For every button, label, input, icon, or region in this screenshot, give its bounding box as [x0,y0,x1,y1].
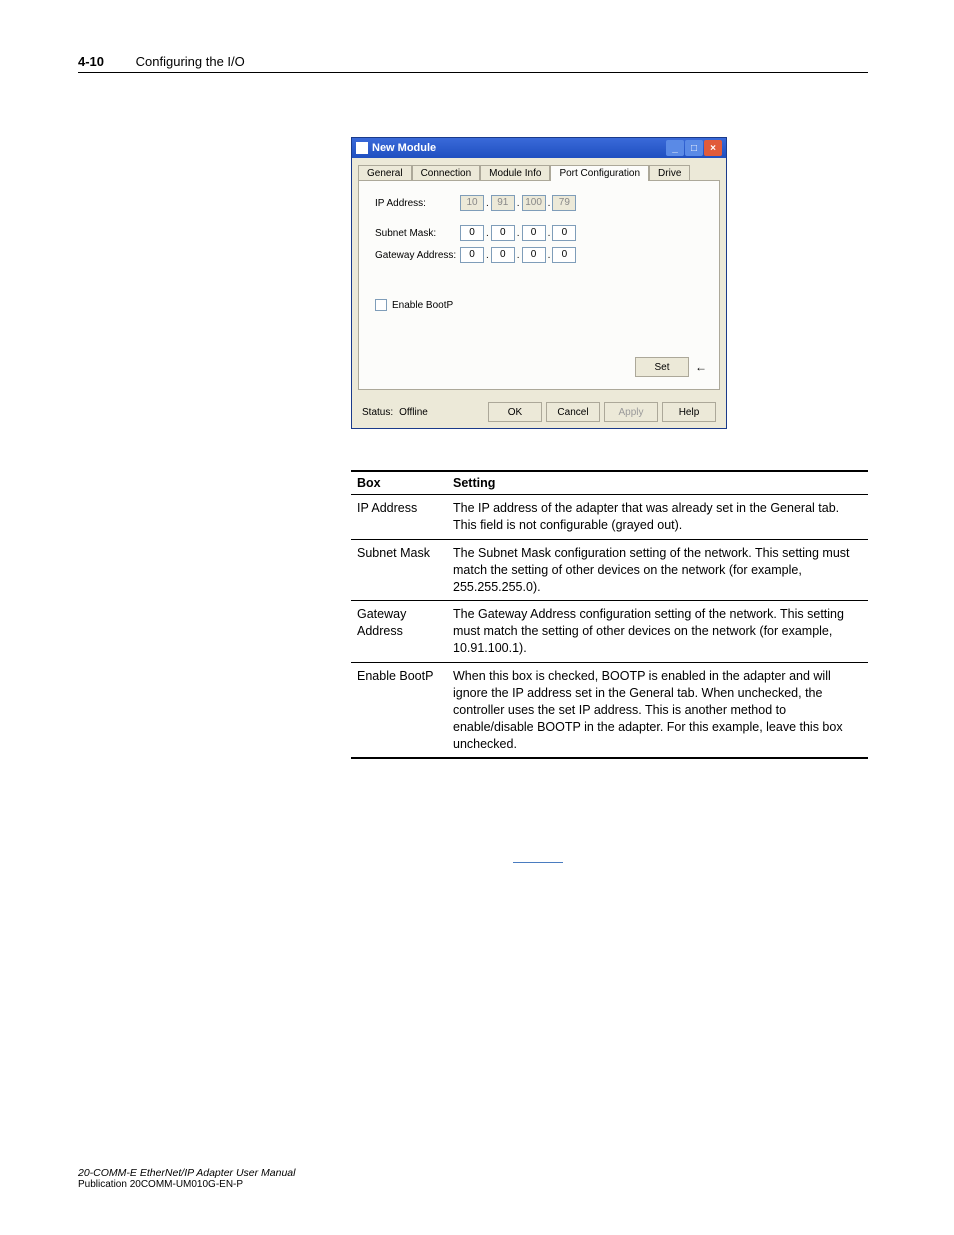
apply-button[interactable]: Apply [604,402,658,422]
new-module-dialog: New Module _ □ × General Connection Modu… [351,137,727,429]
subnet-mask-row: Subnet Mask: 0. 0. 0. 0 [375,225,703,241]
decorative-underline [513,862,563,863]
header-rule [78,72,868,73]
gateway-octet-4[interactable]: 0 [552,247,576,263]
help-button[interactable]: Help [662,402,716,422]
tab-drive[interactable]: Drive [649,165,690,181]
cell-box: Subnet Mask [351,539,447,601]
subnet-octet-2[interactable]: 0 [491,225,515,241]
cell-box: IP Address [351,495,447,540]
tab-strip: General Connection Module Info Port Conf… [352,158,726,180]
settings-description-table: Box Setting IP Address The IP address of… [351,470,868,759]
maximize-button[interactable]: □ [685,140,703,156]
ip-octet-4: 79 [552,195,576,211]
gateway-octet-1[interactable]: 0 [460,247,484,263]
page-footer: 20-COMM-E EtherNet/IP Adapter User Manua… [78,1167,295,1190]
subnet-octet-4[interactable]: 0 [552,225,576,241]
tab-module-info[interactable]: Module Info [480,165,550,181]
subnet-octet-3[interactable]: 0 [522,225,546,241]
table-row: IP Address The IP address of the adapter… [351,495,868,540]
cell-setting: The IP address of the adapter that was a… [447,495,868,540]
ok-button[interactable]: OK [488,402,542,422]
ip-octet-1: 10 [460,195,484,211]
minimize-button[interactable]: _ [666,140,684,156]
page-header: 4-10 Configuring the I/O [78,54,245,69]
col-header-box: Box [351,471,447,495]
col-header-setting: Setting [447,471,868,495]
chapter-title: Configuring the I/O [136,54,245,69]
cancel-button[interactable]: Cancel [546,402,600,422]
set-button[interactable]: Set [635,357,689,377]
status-bar: Status: Offline OK Cancel Apply Help [352,396,726,428]
table-row: Gateway Address The Gateway Address conf… [351,601,868,663]
enable-bootp-checkbox[interactable] [375,299,387,311]
close-button[interactable]: × [704,140,722,156]
gateway-octet-3[interactable]: 0 [522,247,546,263]
tab-port-configuration[interactable]: Port Configuration [550,165,649,181]
publication-id: Publication 20COMM-UM010G-EN-P [78,1179,295,1190]
gateway-address-label: Gateway Address: [375,250,460,261]
table-row: Subnet Mask The Subnet Mask configuratio… [351,539,868,601]
ip-address-row: IP Address: 10. 91. 100. 79 [375,195,703,211]
window-title: New Module [372,142,436,154]
cell-box: Enable BootP [351,663,447,759]
ip-octet-2: 91 [491,195,515,211]
table-row: Enable BootP When this box is checked, B… [351,663,868,759]
status-value: Offline [399,407,428,418]
enable-bootp-row: Enable BootP [375,299,703,311]
titlebar[interactable]: New Module _ □ × [352,138,726,158]
manual-title: 20-COMM-E EtherNet/IP Adapter User Manua… [78,1167,295,1179]
cell-box: Gateway Address [351,601,447,663]
cell-setting: The Gateway Address configuration settin… [447,601,868,663]
tab-body: IP Address: 10. 91. 100. 79 Subnet Mask:… [358,180,720,390]
gateway-octet-2[interactable]: 0 [491,247,515,263]
tab-connection[interactable]: Connection [412,165,481,181]
app-icon [356,142,368,154]
gateway-address-row: Gateway Address: 0. 0. 0. 0 [375,247,703,263]
cell-setting: The Subnet Mask configuration setting of… [447,539,868,601]
ip-octet-3: 100 [522,195,546,211]
status-label: Status: [362,407,393,418]
subnet-octet-1[interactable]: 0 [460,225,484,241]
arrow-icon[interactable]: ← [695,360,707,374]
enable-bootp-label: Enable BootP [392,300,453,311]
tab-general[interactable]: General [358,165,412,181]
subnet-mask-label: Subnet Mask: [375,228,460,239]
ip-address-label: IP Address: [375,198,460,209]
page-number: 4-10 [78,54,104,69]
cell-setting: When this box is checked, BOOTP is enabl… [447,663,868,759]
